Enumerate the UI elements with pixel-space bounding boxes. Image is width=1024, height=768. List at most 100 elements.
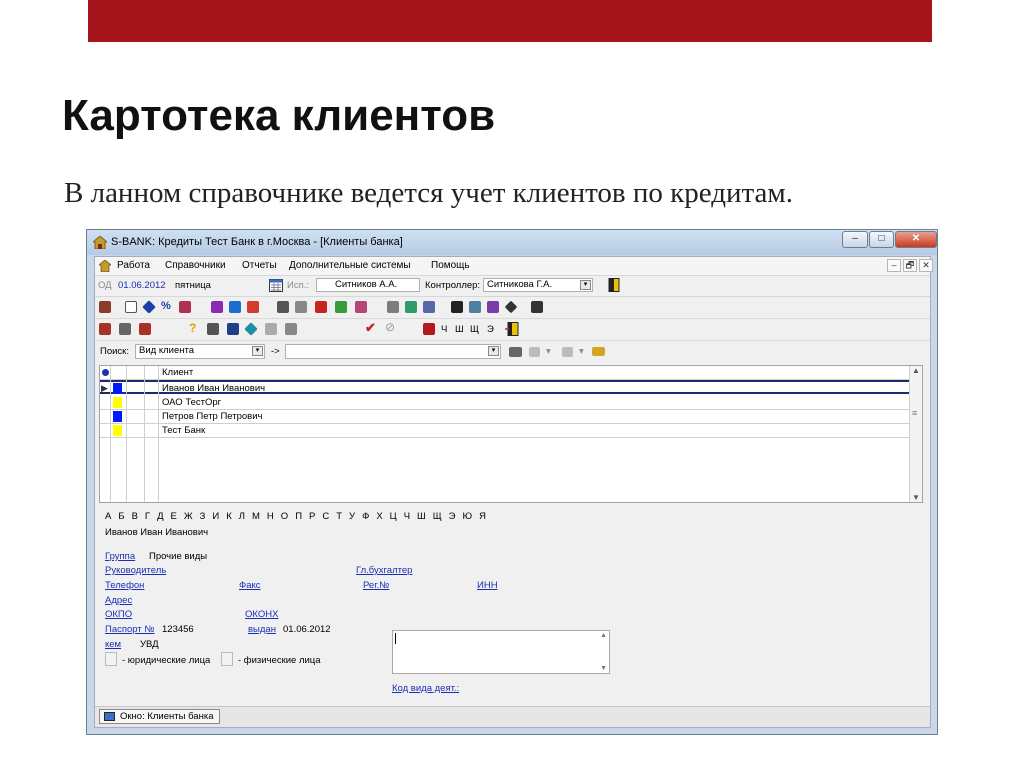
alphabet-letter[interactable]: Р [309, 511, 315, 522]
alphabet-letter[interactable]: Щ [433, 511, 442, 522]
mdi-restore-button[interactable]: 🗗 [903, 259, 917, 272]
alphabet-letter[interactable]: О [281, 511, 288, 522]
table-row[interactable]: Тест Банк [100, 424, 920, 438]
alphabet-letter[interactable]: З [200, 511, 206, 522]
export-icon[interactable] [247, 301, 259, 313]
alphabet-letter[interactable]: Ч [404, 511, 410, 522]
alphabet-letter[interactable]: К [226, 511, 232, 522]
alphabet-letter[interactable]: Д [157, 511, 163, 522]
issued-by-link[interactable]: кем [105, 639, 121, 650]
menu-otchety[interactable]: Отчеты [242, 260, 277, 271]
table-row[interactable]: ОАО ТестОрг [100, 396, 920, 410]
alphabet-letter[interactable]: Э [449, 511, 456, 522]
check-doc-icon[interactable] [423, 301, 435, 313]
search-prev-icon[interactable] [529, 347, 540, 357]
search-hand-icon[interactable] [592, 347, 605, 356]
document-icon[interactable] [125, 301, 137, 313]
mdi-close-button[interactable]: ✕ [919, 259, 933, 272]
printer-alt-icon[interactable] [387, 301, 399, 313]
alphabet-letter[interactable]: Ю [463, 511, 473, 522]
alphabet-letter[interactable]: Г [145, 511, 150, 522]
search-prev-dropdown-icon[interactable]: ▾ [546, 346, 551, 357]
tree-icon[interactable] [277, 301, 289, 313]
search-input-dropdown-icon[interactable]: ▾ [488, 346, 499, 356]
alphabet-letter[interactable]: Ш [417, 511, 426, 522]
textarea-scroll-up-icon[interactable]: ▲ [600, 632, 607, 639]
okpo-link[interactable]: ОКПО [105, 609, 132, 620]
alphabet-letter[interactable]: Ж [184, 511, 193, 522]
folder-icon[interactable] [423, 323, 435, 335]
fax-link[interactable]: Факс [239, 580, 261, 591]
scroll-down-icon[interactable]: ▼ [912, 493, 920, 502]
sort-icon[interactable] [99, 323, 111, 335]
maximize-button[interactable]: □ [869, 231, 894, 248]
dots-icon[interactable] [265, 323, 277, 335]
alphabet-letter[interactable]: А [105, 511, 111, 522]
alphabet-letter[interactable]: Я [479, 511, 486, 522]
alphabet-letter[interactable]: П [295, 511, 302, 522]
close-button[interactable]: ✕ [895, 231, 937, 248]
alphabet-letter[interactable]: Х [376, 511, 382, 522]
question-icon[interactable]: ? [189, 321, 201, 335]
calendar-icon[interactable] [269, 279, 283, 292]
printer-icon[interactable] [207, 323, 219, 335]
alphabet-letter[interactable]: С [322, 511, 329, 522]
letter-sh[interactable]: Ш [455, 324, 464, 335]
sort-desc-icon[interactable] [139, 323, 151, 335]
tools-icon[interactable] [405, 301, 417, 313]
inn-link[interactable]: ИНН [477, 580, 498, 591]
cube-icon[interactable] [244, 322, 258, 336]
minimize-button[interactable]: – [842, 231, 868, 248]
grid-header-client[interactable]: Клиент [162, 366, 193, 379]
letter-shch[interactable]: Щ [470, 324, 479, 335]
alphabet-letter[interactable]: Б [118, 511, 124, 522]
menu-house-icon[interactable] [99, 260, 111, 272]
chart-icon[interactable] [229, 301, 241, 313]
calculator-icon[interactable] [119, 323, 131, 335]
phone-link[interactable]: Телефон [105, 580, 144, 591]
diamond-icon[interactable] [142, 300, 156, 314]
director-link[interactable]: Руководитель [105, 565, 166, 576]
exit-door-icon[interactable] [608, 278, 620, 292]
alphabet-letter[interactable]: Ф [362, 511, 369, 522]
window-task-button[interactable]: Окно: Клиенты банка [99, 709, 220, 724]
alphabet-letter[interactable]: Т [336, 511, 342, 522]
issued-date-link[interactable]: выдан [248, 624, 276, 635]
list-icon[interactable] [295, 301, 307, 313]
alphabet-letter[interactable]: Ц [390, 511, 397, 522]
checkmark-icon[interactable]: ✔ [365, 320, 377, 335]
letter-ch[interactable]: Ч [441, 324, 447, 335]
print-icon[interactable] [99, 301, 111, 313]
isp-field[interactable]: Ситников А.А. [316, 278, 420, 292]
scroll-up-icon[interactable]: ▲ [912, 366, 920, 375]
reg-number-link[interactable]: Рег.№ [363, 580, 389, 591]
alphabet-letter[interactable]: Е [171, 511, 177, 522]
card-icon[interactable] [179, 301, 191, 313]
alphabet-letter[interactable]: М [252, 511, 260, 522]
disabled-icon[interactable]: ⊘ [385, 320, 397, 334]
letter-e[interactable]: Э [487, 324, 494, 335]
search-field-dropdown-icon[interactable]: ▾ [252, 346, 263, 356]
arrow-down-icon[interactable] [315, 301, 327, 313]
legal-entities-marker[interactable] [105, 652, 117, 666]
search-field-select[interactable]: Вид клиента ▾ [135, 344, 265, 359]
key-icon[interactable] [451, 301, 463, 313]
people-icon[interactable] [335, 301, 347, 313]
user-icon[interactable] [355, 301, 367, 313]
search-next-dropdown-icon[interactable]: ▾ [579, 346, 584, 357]
alphabet-letter[interactable]: Л [239, 511, 245, 522]
menu-additional-systems[interactable]: Дополнительные системы [289, 260, 411, 271]
menu-rabota[interactable]: Работа [117, 260, 150, 271]
alphabet-letter[interactable]: И [212, 511, 219, 522]
table-row[interactable]: Петров Петр Петрович [100, 410, 920, 424]
cancel-doc-icon[interactable] [211, 301, 223, 313]
menu-help[interactable]: Помощь [431, 260, 470, 271]
table-row[interactable]: ▶ Иванов Иван Иванович [100, 380, 920, 394]
activity-code-link[interactable]: Код вида деят.: [392, 683, 459, 694]
alphabet-letter[interactable]: В [132, 511, 138, 522]
notes-textarea[interactable]: ▲ ▼ [392, 630, 610, 674]
okonh-link[interactable]: ОКОНХ [245, 609, 278, 620]
settings-icon[interactable] [469, 301, 481, 313]
textarea-scroll-down-icon[interactable]: ▼ [600, 665, 607, 672]
search-home-icon[interactable] [509, 347, 522, 357]
